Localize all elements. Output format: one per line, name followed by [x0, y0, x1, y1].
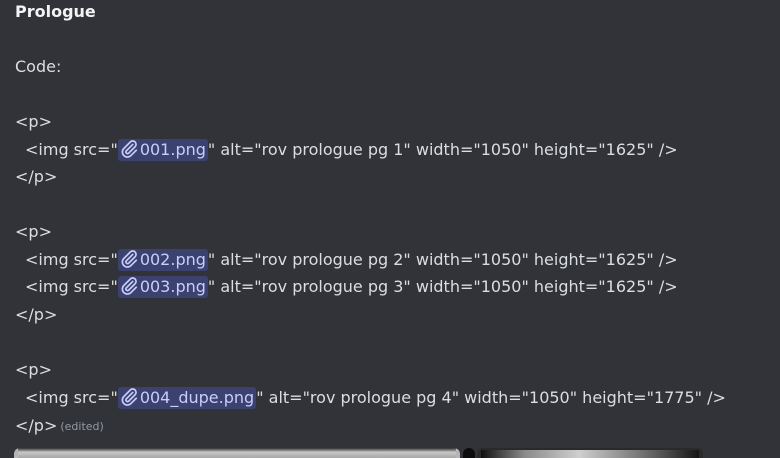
img-tag-prefix: <img src="	[25, 277, 118, 296]
p-close-tag: </p>	[15, 416, 58, 435]
file-link[interactable]: 002.png	[117, 249, 208, 271]
paperclip-icon	[121, 277, 137, 295]
p-close-tag: </p>	[15, 305, 58, 324]
p-close-tag: </p>	[15, 167, 58, 186]
file-link-label: 004_dupe.png	[139, 388, 255, 407]
img-attrs: " alt="rov prologue pg 4" width="1050" h…	[256, 388, 726, 407]
img-tag-prefix: <img src="	[25, 140, 118, 159]
file-link-label: 001.png	[139, 140, 206, 159]
p-close-line: </p> (edited)	[15, 415, 104, 437]
code-label: Code:	[15, 57, 62, 76]
image-preview	[481, 450, 699, 458]
img-attrs: " alt="rov prologue pg 1" width="1050" h…	[207, 140, 678, 159]
image-attachment[interactable]	[463, 448, 475, 458]
image-preview	[18, 448, 456, 458]
paperclip-icon	[121, 250, 137, 268]
file-link-label: 003.png	[139, 277, 206, 296]
image-attachment[interactable]	[477, 448, 703, 458]
file-link[interactable]: 004_dupe.png	[117, 387, 257, 409]
img-tag-prefix: <img src="	[25, 250, 118, 269]
edited-indicator: (edited)	[60, 420, 104, 433]
img-line: <img src=" 002.png " alt="rov prologue pg …	[15, 249, 678, 271]
image-attachment[interactable]	[14, 448, 460, 458]
p-open-tag: <p>	[15, 360, 52, 379]
p-open-tag: <p>	[15, 112, 52, 131]
file-link[interactable]: 003.png	[117, 276, 208, 298]
p-open-tag: <p>	[15, 222, 52, 241]
message-heading: Prologue	[15, 2, 96, 21]
img-attrs: " alt="rov prologue pg 3" width="1050" h…	[207, 277, 678, 296]
img-line: <img src=" 004_dupe.png " alt="rov prologu…	[15, 387, 726, 409]
file-link[interactable]: 001.png	[117, 139, 208, 161]
paperclip-icon	[121, 140, 137, 158]
img-attrs: " alt="rov prologue pg 2" width="1050" h…	[207, 250, 678, 269]
img-tag-prefix: <img src="	[25, 388, 118, 407]
paperclip-icon	[121, 388, 137, 406]
file-link-label: 002.png	[139, 250, 206, 269]
img-line: <img src=" 003.png " alt="rov prologue pg …	[15, 276, 678, 298]
img-line: <img src=" 001.png " alt="rov prologue pg …	[15, 139, 678, 161]
